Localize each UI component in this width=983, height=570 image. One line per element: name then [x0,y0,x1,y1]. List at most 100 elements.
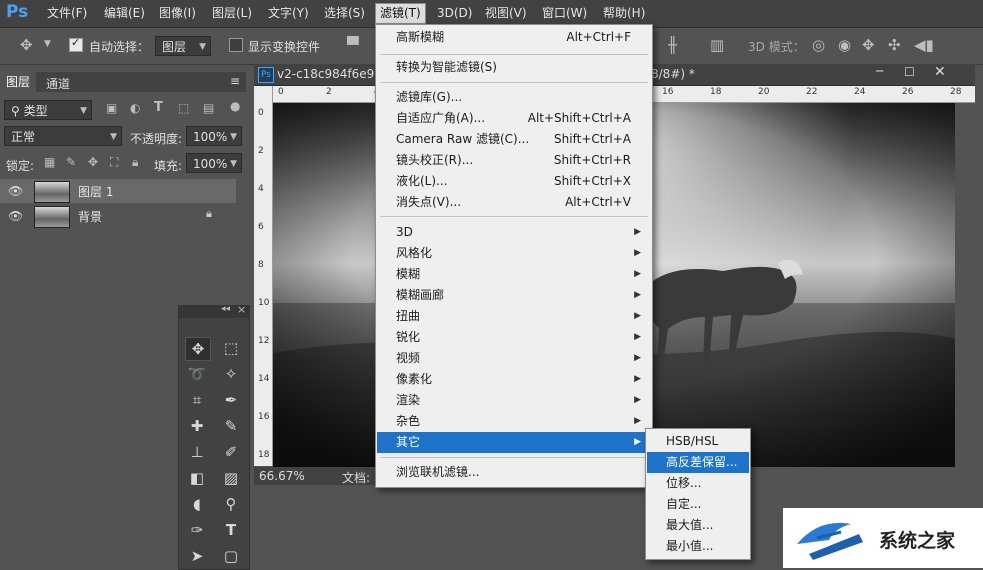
3d-orbit-icon[interactable]: ◎ [812,36,825,54]
filter-smart-icon[interactable]: ▤ [203,101,214,115]
tab-channels[interactable]: 通道 [46,75,70,92]
menu-item-vanishing-point[interactable]: 消失点(V)... Alt+Ctrl+V [377,192,651,213]
eraser-tool-button[interactable]: ◧ [185,467,209,489]
menu-item-noise[interactable]: 杂色 ▶ [377,411,651,432]
menu-item-render[interactable]: 渲染 ▶ [377,390,651,411]
filter-pixel-icon[interactable]: ▣ [106,101,117,115]
chevron-down-icon[interactable]: ▼ [44,39,51,49]
menu-item-blur[interactable]: 模糊 ▶ [377,264,651,285]
marquee-tool-button[interactable]: ⬚ [219,337,243,359]
menu-edit[interactable]: 编辑(E) [100,4,149,23]
gradient-tool-button[interactable]: ▨ [219,467,243,489]
tab-layers[interactable]: 图层 [0,72,37,92]
lasso-tool-button[interactable]: ➰ [185,363,209,385]
stamp-tool-button[interactable]: ⊥ [185,441,209,463]
brush-tool-button[interactable]: ✎ [219,415,243,437]
menu-file[interactable]: 文件(F) [43,4,91,23]
eye-icon[interactable]: 👁︎ [8,209,23,223]
zoom-level[interactable]: 66.67% [259,469,305,483]
menu-item-distort[interactable]: 扭曲 ▶ [377,306,651,327]
3d-scale-icon[interactable]: ◀▮ [914,36,934,54]
filter-toggle-icon[interactable]: ● [230,99,240,113]
menu-item-browse-online-filters[interactable]: 浏览联机滤镜... [377,462,651,483]
dodge-tool-button[interactable]: ⚲ [219,493,243,515]
submenu-item-offset[interactable]: 位移... [647,473,749,494]
menu-item-pixelate[interactable]: 像素化 ▶ [377,369,651,390]
toolbox-header[interactable]: ◂◂ × [179,303,249,318]
submenu-item-maximum[interactable]: 最大值... [647,515,749,536]
blur-tool-button[interactable]: ◖ [185,493,209,515]
menu-item-3d[interactable]: 3D ▶ [377,222,651,243]
3d-pan-icon[interactable]: ✥ [862,36,875,54]
filter-shape-icon[interactable]: ⬚ [178,101,189,115]
menu-select[interactable]: 选择(S) [320,4,369,23]
menu-item-camera-raw[interactable]: Camera Raw 滤镜(C)... Shift+Ctrl+A [377,129,651,150]
move-tool-button[interactable]: ✥ [185,337,211,361]
collapse-icon[interactable]: ◂◂ [221,304,230,314]
align-center-icon[interactable]: ╫ [668,36,677,54]
menu-filter[interactable]: 滤镜(T) [375,3,426,24]
menu-item-adaptive-wide-angle[interactable]: 自适应广角(A)... Alt+Shift+Ctrl+A [377,108,651,129]
eye-icon[interactable]: 👁︎ [8,184,23,198]
lock-position-icon[interactable]: ✥ [88,155,98,169]
filter-adjust-icon[interactable]: ◐ [130,101,140,115]
menu-3d[interactable]: 3D(D) [433,4,476,23]
path-select-tool-button[interactable]: ➤ [185,545,209,567]
panel-menu-icon[interactable]: ≡ [230,74,240,88]
menu-item-liquify[interactable]: 液化(L)... Shift+Ctrl+X [377,171,651,192]
layer-kind-filter[interactable]: ⚲ 类型 ▼ [4,100,92,120]
auto-select-checkbox[interactable] [69,36,83,52]
magic-wand-tool-button[interactable]: ✧ [219,363,243,385]
menu-item-lens-correction[interactable]: 镜头校正(R)... Shift+Ctrl+R [377,150,651,171]
menu-item-label: 液化(L)... [396,174,448,188]
history-brush-tool-button[interactable]: ✐ [219,441,243,463]
submenu-item-high-pass[interactable]: 高反差保留... [647,452,749,473]
submenu-item-hsb-hsl[interactable]: HSB/HSL [647,431,749,452]
menu-type[interactable]: 文字(Y) [264,4,313,23]
align-top-icon[interactable]: ▀ [347,36,359,54]
filter-text-icon[interactable]: T [154,100,163,115]
auto-select-target-select[interactable]: 图层 ▼ [155,36,211,56]
menu-help[interactable]: 帮助(H) [599,4,649,23]
close-icon[interactable]: ✕ [934,64,946,80]
3d-roll-icon[interactable]: ◉ [838,36,851,54]
show-transform-checkbox[interactable] [229,38,243,52]
minimize-icon[interactable]: ─ [876,64,883,78]
lock-artboard-icon[interactable]: ⛶ [110,155,118,170]
menu-image[interactable]: 图像(I) [155,4,200,23]
menu-item-convert-smart-filters[interactable]: 转换为智能滤镜(S) [377,57,651,78]
menu-item-filter-gallery[interactable]: 滤镜库(G)... [377,87,651,108]
type-tool-button[interactable]: T [219,519,243,541]
lock-all-icon[interactable]: 🔒︎ [132,155,138,170]
3d-slide-icon[interactable]: ✣ [888,36,901,54]
blend-mode-value: 正常 [11,130,36,144]
distribute-icon[interactable]: ▥ [710,36,724,54]
menu-window[interactable]: 窗口(W) [538,4,591,23]
layer-name: 图层 1 [78,185,114,199]
menu-item-gaussian-blur[interactable]: 高斯模糊 Alt+Ctrl+F [377,27,651,48]
opacity-input[interactable]: 100% ▼ [186,126,242,146]
lock-transparent-icon[interactable]: ▦ [44,155,55,169]
menu-item-blur-gallery[interactable]: 模糊画廊 ▶ [377,285,651,306]
eyedropper-tool-button[interactable]: ✒ [219,389,243,411]
fill-input[interactable]: 100% ▼ [186,153,242,173]
menu-layer[interactable]: 图层(L) [208,4,256,23]
submenu-item-custom[interactable]: 自定... [647,494,749,515]
shape-tool-button[interactable]: ▢ [219,545,243,567]
layer-row[interactable]: 👁︎ 背景 🔒︎ [0,204,236,228]
move-tool-icon[interactable]: ✥ [20,36,33,54]
healing-tool-button[interactable]: ✚ [185,415,209,437]
submenu-item-minimum[interactable]: 最小值... [647,536,749,557]
crop-tool-button[interactable]: ⌗ [185,389,209,411]
menu-item-sharpen[interactable]: 锐化 ▶ [377,327,651,348]
lock-paint-icon[interactable]: ✎ [66,155,76,169]
menu-item-stylize[interactable]: 风格化 ▶ [377,243,651,264]
menu-view[interactable]: 视图(V) [481,4,531,23]
menu-item-video[interactable]: 视频 ▶ [377,348,651,369]
close-icon[interactable]: × [237,303,246,316]
menu-item-other[interactable]: 其它 ▶ [377,432,651,453]
layer-row[interactable]: 👁︎ 图层 1 [0,179,236,203]
pen-tool-button[interactable]: ✑ [185,519,209,541]
maximize-icon[interactable]: ☐ [904,65,915,79]
blend-mode-select[interactable]: 正常 ▼ [4,126,122,146]
